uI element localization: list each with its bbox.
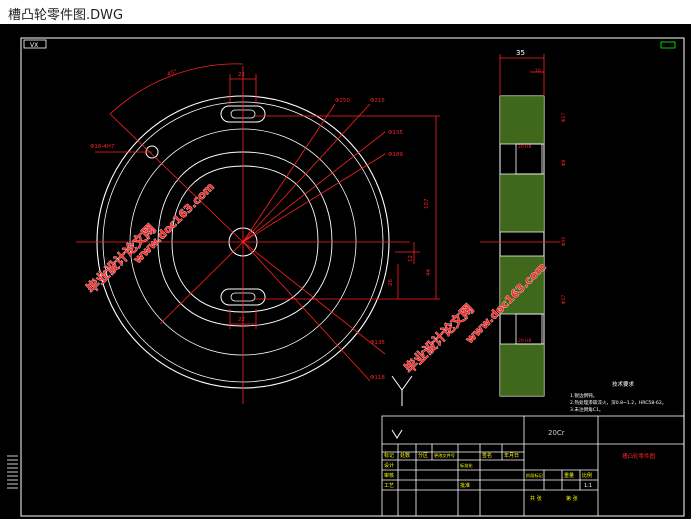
dim-slot-width-bottom: 22 [238,317,245,323]
dim-h12: 12 [408,255,414,262]
scale-value: 1:1 [584,483,592,489]
row-review: 审核 [384,472,394,479]
row-std: 标准化 [460,462,473,469]
dim-slot-width: 22 [238,72,245,78]
cam-side-view: 35 10 Φ17 20 H8 Φ8 Φ50 20 H8 Φ17 [480,49,567,397]
dim-hole-small: Φ16-4H7 [90,144,115,150]
tick-strip [7,455,18,489]
dim-d250: Φ250 [335,98,350,104]
tech-note-3: 3.未注倒角C1。 [570,406,603,413]
dim-side-f: Φ17 [561,295,567,304]
dim-h26: 26 [388,279,394,286]
window-title: 槽凸轮零件图.DWG [8,8,124,23]
dim-d118: Φ118 [370,375,385,381]
dim-side-c: Φ8 [561,159,567,166]
tech-notes: 技术要求 1.锐边倒钝。 2.热处理渗碳淬火，深0.8~1.2，HRC58-62… [570,380,666,413]
stage-scale: 比例 [582,472,592,479]
drawing-canvas[interactable]: VX 22 22 Φ250 Φ215 Φ135 Φ189 Φ16-4H7 45°… [0,24,691,519]
dim-side-d: Φ50 [561,237,567,246]
dim-top-offset: 10 [535,68,541,74]
hdr-sign: 签名 [482,452,492,459]
tech-note-2: 2.热处理渗碳淬火，深0.8~1.2，HRC58-62。 [570,399,666,406]
stage-weight: 重量 [564,472,574,479]
watermark-1-url: www.doc163.com [131,180,217,266]
tech-notes-heading: 技术要求 [612,380,635,388]
material: 20Cr [548,429,565,437]
hdr-mark: 标记 [384,452,394,459]
dim-side-a: Φ17 [561,113,567,122]
window-titlebar: 槽凸轮零件图.DWG [0,0,691,25]
roughness-symbol [391,375,413,439]
corner-tag: VX [30,42,38,49]
dim-angle: 45° [167,69,178,78]
row-approve: 批准 [460,482,470,489]
dim-side-e: 20 H8 [518,338,532,344]
dim-top-width: 35 [516,49,525,57]
row-process: 工艺 [384,483,394,489]
row-design: 设计 [384,462,394,469]
dim-d135-top: Φ135 [388,130,403,136]
dim-h44: 44 [426,269,432,276]
dim-d189: Φ189 [388,152,403,158]
hdr-zone: 分区 [418,452,428,459]
dim-d215: Φ215 [370,98,385,104]
hdr-date: 年月日 [504,452,519,459]
sheet-total: 共 张 [530,495,542,502]
hdr-count: 处数 [400,452,410,459]
hdr-docno: 更改文件号 [434,452,455,459]
cad-drawing: VX 22 22 Φ250 Φ215 Φ135 Φ189 Φ16-4H7 45°… [7,37,685,517]
title-block-text: 20Cr 槽凸轮零件图 标记 处数 分区 更改文件号 签名 年月日 设计 标准化… [384,429,656,502]
dim-h107: 107 [424,198,430,209]
stage-mark: 阶段标记 [526,472,544,479]
part-name: 槽凸轮零件图 [622,452,656,460]
dim-d135-bottom: Φ135 [370,340,385,346]
sheet-num: 第 张 [566,495,578,502]
dim-side-b: 20 H8 [518,144,532,150]
corner-marker [660,41,676,49]
watermark-1-cn: 毕业设计论文网 [84,221,160,297]
tech-note-1: 1.锐边倒钝。 [570,392,597,399]
